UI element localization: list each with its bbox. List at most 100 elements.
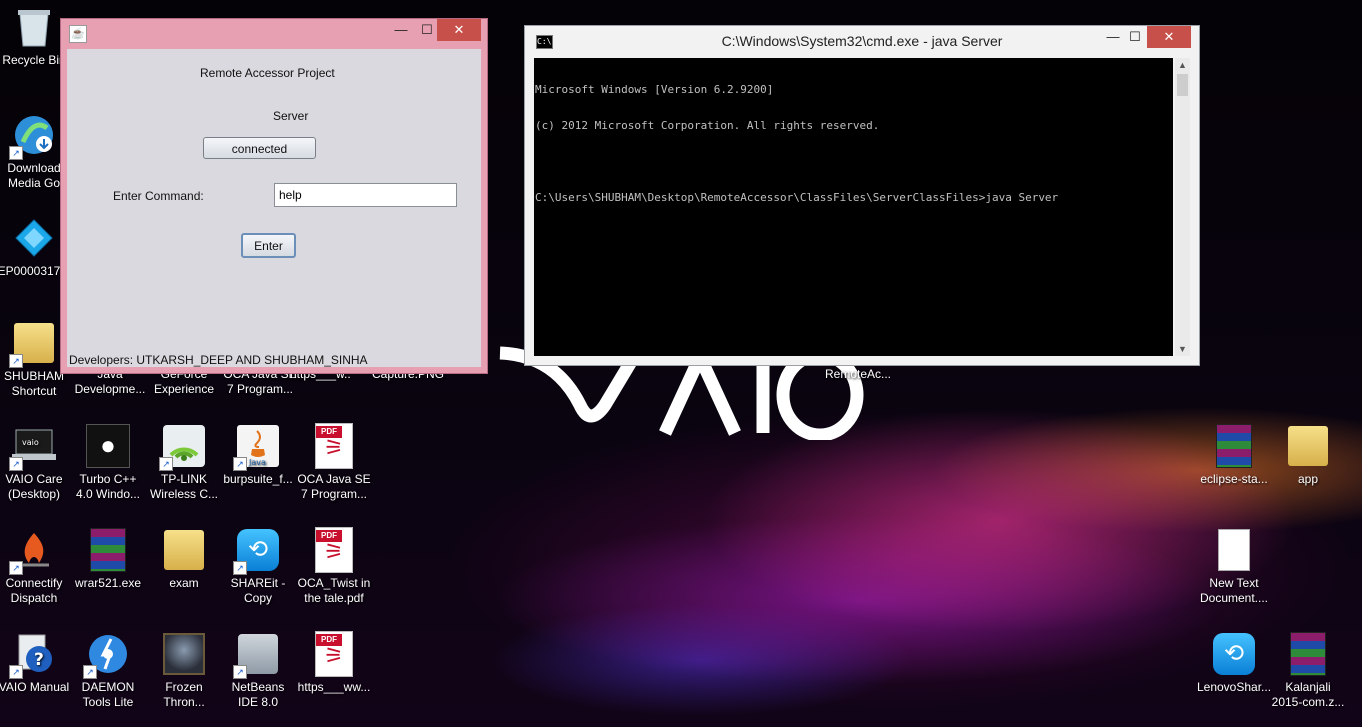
- desktop-icon-label: burpsuite_f...: [223, 472, 293, 486]
- desktop-icon-daemon[interactable]: ↗ DAEMON Tools Lite: [70, 631, 146, 710]
- desktop-icon-label: eclipse-sta...: [1200, 472, 1268, 486]
- desktop-icon-label: OCA Java SE 7 Program...: [297, 472, 371, 501]
- desktop-icon-oca-twist[interactable]: PDF ⚞ OCA_Twist in the tale.pdf: [296, 527, 372, 606]
- java-icon: Java ↗: [233, 423, 281, 471]
- desktop-icon-label: DAEMON Tools Lite: [81, 680, 135, 709]
- desktop-icon-eclipse[interactable]: eclipse-sta...: [1196, 423, 1272, 487]
- console-line: C:\Users\SHUBHAM\Desktop\RemoteAccessor\…: [535, 191, 1059, 204]
- desktop-icon-label: OCA_Twist in the tale.pdf: [297, 576, 371, 605]
- console-line: Microsoft Windows [Version 6.2.9200]: [535, 83, 774, 96]
- user-folder-icon: ↗: [9, 320, 57, 368]
- apple-icon: ●: [85, 423, 131, 469]
- desktop-icon-kalanjali[interactable]: Kalanjali 2015-com.z...: [1270, 631, 1346, 710]
- shortcut-arrow-icon: ↗: [83, 665, 97, 679]
- diamond-app-icon: [11, 215, 57, 261]
- media-go-icon: ↗: [9, 112, 57, 160]
- wireless-icon: ↗: [159, 423, 207, 471]
- window-content: Remote Accessor Project Server connected…: [67, 49, 481, 367]
- winrar-icon: [85, 527, 131, 573]
- desktop-icon-label: VAIO Care (Desktop): [5, 472, 63, 501]
- maximize-button[interactable]: ☐: [1121, 26, 1149, 48]
- winrar-icon: [1211, 423, 1257, 469]
- folder-icon: [1285, 423, 1331, 469]
- desktop-icon-https-bottom[interactable]: PDF ⚞ https___ww...: [296, 631, 372, 695]
- close-button[interactable]: ✕: [437, 19, 481, 41]
- scroll-down-icon[interactable]: ▼: [1175, 342, 1190, 356]
- shortcut-arrow-icon: ↗: [9, 354, 23, 368]
- cmd-window[interactable]: C:\ C:\Windows\System32\cmd.exe - java S…: [524, 25, 1200, 366]
- desktop-icon-burpsuite[interactable]: Java ↗ burpsuite_f...: [220, 423, 296, 487]
- recycle-bin-icon: [11, 4, 57, 50]
- shortcut-arrow-icon: ↗: [9, 665, 23, 679]
- command-label: Enter Command:: [113, 189, 204, 203]
- command-input[interactable]: [274, 183, 457, 207]
- desktop-icon-vaio-care[interactable]: vaio ↗ VAIO Care (Desktop): [0, 423, 72, 502]
- desktop-icon-label: New Text Document....: [1199, 576, 1269, 605]
- desktop-icon-label: SHAREit - Copy: [230, 576, 286, 605]
- vertical-scrollbar[interactable]: ▲ ▼: [1175, 58, 1190, 356]
- desktop-icon-lenovo-share[interactable]: ⟲ LenovoShar...: [1196, 631, 1272, 695]
- window-titlebar[interactable]: C:\ C:\Windows\System32\cmd.exe - java S…: [525, 26, 1199, 56]
- console-line: (c) 2012 Microsoft Corporation. All righ…: [535, 119, 880, 132]
- desktop-icon-label: Turbo C++ 4.0 Windo...: [75, 472, 141, 501]
- desktop-icon-oca-java[interactable]: PDF ⚞ OCA Java SE 7 Program...: [296, 423, 372, 502]
- daemon-icon: ↗: [83, 631, 131, 679]
- desktop-icon-turbo-cpp[interactable]: ● Turbo C++ 4.0 Windo...: [70, 423, 146, 502]
- desktop-icon-label: NetBeans IDE 8.0: [231, 680, 285, 709]
- desktop-icon-remoteac[interactable]: RemoteAc...: [820, 367, 896, 382]
- desktop-icon-exam[interactable]: exam: [146, 527, 222, 591]
- pdf-icon: PDF ⚞: [311, 423, 357, 469]
- mode-label: Server: [273, 109, 309, 123]
- shortcut-arrow-icon: ↗: [233, 665, 247, 679]
- svg-text:?: ?: [34, 650, 44, 670]
- desktop: Recycle Bin ↗ Download Media Go EP000031…: [0, 0, 1362, 727]
- shareit-icon: ⟲ ↗: [233, 527, 281, 575]
- pdf-icon: PDF ⚞: [311, 631, 357, 677]
- desktop-icon-wrar[interactable]: wrar521.exe: [70, 527, 146, 591]
- shortcut-arrow-icon: ↗: [9, 457, 23, 471]
- developers-credit: Developers: UTKARSH_DEEP AND SHUBHAM_SIN…: [69, 353, 368, 367]
- vaio-care-icon: vaio ↗: [9, 423, 57, 471]
- desktop-icon-label: Connectify Dispatch: [5, 576, 63, 605]
- winrar-icon: [1285, 631, 1331, 677]
- desktop-icon-label: https___ww...: [297, 680, 371, 694]
- pdf-icon: PDF ⚞: [311, 527, 357, 573]
- shortcut-arrow-icon: ↗: [233, 457, 247, 471]
- desktop-icon-connectify[interactable]: ↗ Connectify Dispatch: [0, 527, 72, 606]
- enter-button[interactable]: Enter: [241, 233, 296, 258]
- desktop-icon-label: TP-LINK Wireless C...: [149, 472, 218, 501]
- shortcut-arrow-icon: ↗: [159, 457, 173, 471]
- desktop-icon-label: LenovoShar...: [1196, 680, 1272, 694]
- shortcut-arrow-icon: ↗: [233, 561, 247, 575]
- close-button[interactable]: ✕: [1147, 26, 1191, 48]
- desktop-icon-label: exam: [169, 576, 199, 590]
- desktop-icon-label: app: [1297, 472, 1319, 486]
- desktop-icon-label: VAIO Manual: [0, 680, 70, 694]
- console-output[interactable]: Microsoft Windows [Version 6.2.9200] (c)…: [534, 58, 1173, 356]
- text-file-icon: [1211, 527, 1257, 573]
- scroll-thumb[interactable]: [1177, 74, 1188, 96]
- connection-status-button[interactable]: connected: [203, 137, 316, 159]
- desktop-icon-frozen[interactable]: Frozen Thron...: [146, 631, 222, 710]
- desktop-icon-netbeans[interactable]: ↗ NetBeans IDE 8.0: [220, 631, 296, 710]
- desktop-icon-label: wrar521.exe: [74, 576, 142, 590]
- desktop-icon-shareit-copy[interactable]: ⟲ ↗ SHAREit - Copy: [220, 527, 296, 606]
- desktop-icon-tplink[interactable]: ↗ TP-LINK Wireless C...: [146, 423, 222, 502]
- svg-text:vaio: vaio: [22, 438, 39, 447]
- desktop-icon-new-text[interactable]: New Text Document....: [1196, 527, 1272, 606]
- shortcut-arrow-icon: ↗: [9, 146, 23, 160]
- window-titlebar[interactable]: ☕ — ☐ ✕: [61, 19, 487, 47]
- desktop-icon-label: RemoteAc...: [824, 367, 892, 381]
- desktop-icon-app[interactable]: app: [1270, 423, 1346, 487]
- desktop-icon-vaio-manual[interactable]: ? ↗ VAIO Manual: [0, 631, 72, 695]
- scroll-up-icon[interactable]: ▲: [1175, 58, 1190, 72]
- shareit-icon: ⟲: [1211, 631, 1257, 677]
- minimize-button[interactable]: —: [387, 19, 415, 41]
- connectify-icon: ↗: [9, 527, 57, 575]
- remote-accessor-window[interactable]: ☕ — ☐ ✕ Remote Accessor Project Server c…: [60, 18, 488, 374]
- game-icon: [161, 631, 207, 677]
- java-icon: ☕: [69, 25, 87, 43]
- netbeans-icon: ↗: [233, 631, 281, 679]
- folder-icon: [161, 527, 207, 573]
